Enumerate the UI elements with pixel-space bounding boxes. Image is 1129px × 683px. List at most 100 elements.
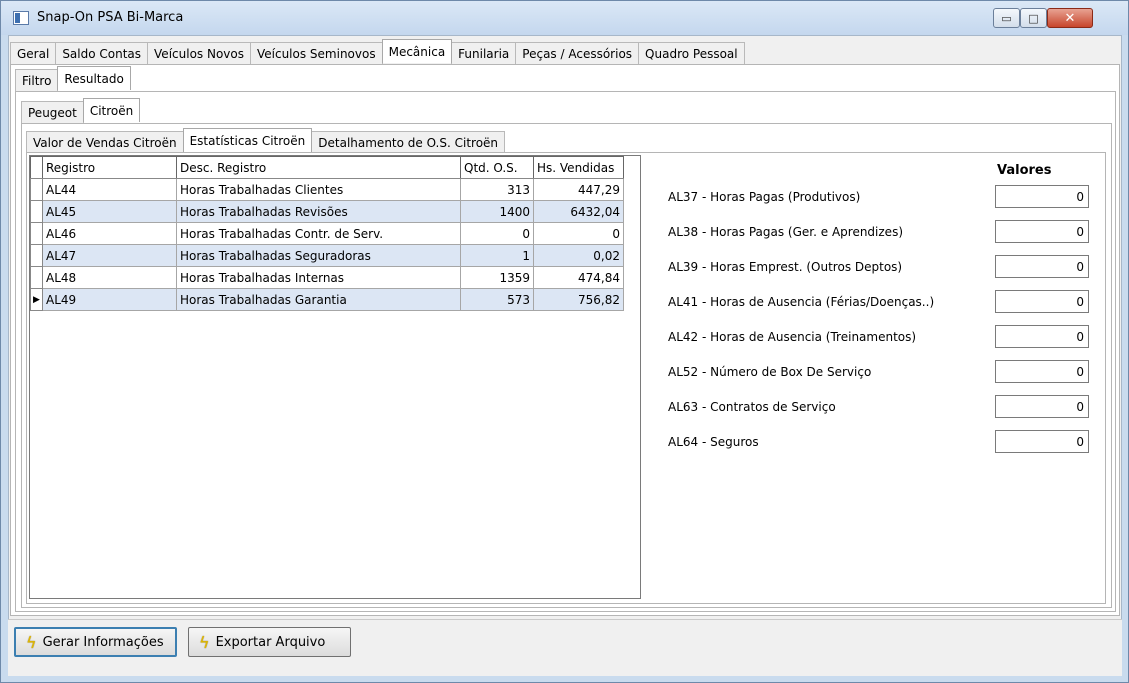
valor-label: AL42 - Horas de Ausencia (Treinamentos) (668, 330, 917, 344)
cell-desc-registro[interactable]: Horas Trabalhadas Clientes (176, 178, 461, 201)
cell-qtd-os[interactable]: 1 (460, 244, 534, 267)
cell-qtd-os[interactable]: 1359 (460, 266, 534, 289)
main-tab-5[interactable]: Funilaria (451, 42, 517, 64)
cell-hs-vendidas[interactable]: 6432,04 (533, 200, 624, 223)
brand-tab-bar: Peugeot Citroën (21, 98, 141, 123)
sub-tab-bar: Valor de Vendas Citroën Estatísticas Citr… (26, 128, 506, 153)
window-title: Snap-On PSA Bi-Marca (37, 10, 184, 25)
cell-qtd-os[interactable]: 0 (460, 222, 534, 245)
valor-row: AL39 - Horas Emprest. (Outros Deptos) 0 (668, 255, 1090, 279)
cell-hs-vendidas[interactable]: 0 (533, 222, 624, 245)
cell-registro[interactable]: AL46 (42, 222, 177, 245)
app-icon[interactable] (13, 11, 29, 25)
cell-hs-vendidas[interactable]: 756,82 (533, 288, 624, 311)
gerar-informacoes-label: Gerar Informações (42, 634, 164, 650)
row-indicator: ▶ (30, 288, 43, 311)
valor-row: AL52 - Número de Box De Serviço 0 (668, 360, 1090, 384)
valor-input[interactable]: 0 (995, 185, 1089, 208)
main-tab-2[interactable]: Veículos Novos (147, 42, 251, 64)
exportar-arquivo-button[interactable]: ϟ Exportar Arquivo (188, 627, 351, 657)
cell-qtd-os[interactable]: 313 (460, 178, 534, 201)
valor-row: AL41 - Horas de Ausencia (Férias/Doenças… (668, 290, 1090, 314)
minimize-button[interactable]: ▭ (993, 8, 1020, 28)
sub-tab-0[interactable]: Valor de Vendas Citroën (26, 131, 184, 153)
main-tab-bar: Geral Saldo Contas Veículos Novos Veículos … (10, 39, 745, 64)
cell-desc-registro[interactable]: Horas Trabalhadas Internas (176, 266, 461, 289)
row-indicator (30, 200, 43, 223)
valor-row: AL42 - Horas de Ausencia (Treinamentos) 0 (668, 325, 1090, 349)
cell-registro[interactable]: AL49 (42, 288, 177, 311)
view-tab-1[interactable]: Resultado (57, 66, 131, 90)
table-row[interactable]: AL47 Horas Trabalhadas Seguradoras 1 0,02 (30, 244, 624, 267)
row-indicator (30, 178, 43, 201)
valor-input[interactable]: 0 (995, 430, 1089, 453)
cell-hs-vendidas[interactable]: 447,29 (533, 178, 624, 201)
cell-hs-vendidas[interactable]: 474,84 (533, 266, 624, 289)
table-row[interactable]: AL45 Horas Trabalhadas Revisões 1400 6432,0… (30, 200, 624, 223)
valores-title: Valores (997, 163, 1052, 178)
lightning-icon: ϟ (199, 632, 210, 652)
row-indicator (30, 266, 43, 289)
cell-qtd-os[interactable]: 573 (460, 288, 534, 311)
main-tab-4[interactable]: Mecânica (381, 39, 453, 63)
valor-input[interactable]: 0 (995, 395, 1089, 418)
main-tab-1[interactable]: Saldo Contas (55, 42, 149, 64)
cell-registro[interactable]: AL47 (42, 244, 177, 267)
valor-label: AL52 - Número de Box De Serviço (668, 365, 872, 379)
col-desc-registro[interactable]: Desc. Registro (176, 156, 461, 179)
valor-label: AL39 - Horas Emprest. (Outros Deptos) (668, 260, 903, 274)
cell-desc-registro[interactable]: Horas Trabalhadas Garantia (176, 288, 461, 311)
main-tab-6[interactable]: Peças / Acessórios (515, 42, 640, 64)
cell-registro[interactable]: AL48 (42, 266, 177, 289)
cell-hs-vendidas[interactable]: 0,02 (533, 244, 624, 267)
cell-desc-registro[interactable]: Horas Trabalhadas Seguradoras (176, 244, 461, 267)
cell-desc-registro[interactable]: Horas Trabalhadas Revisões (176, 200, 461, 223)
valor-row: AL64 - Seguros 0 (668, 430, 1090, 454)
cell-desc-registro[interactable]: Horas Trabalhadas Contr. de Serv. (176, 222, 461, 245)
grid-indicator-header (30, 156, 43, 179)
valor-input[interactable]: 0 (995, 220, 1089, 243)
sub-tab-2[interactable]: Detalhamento de O.S. Citroën (311, 131, 506, 153)
sub-tab-1[interactable]: Estatísticas Citroën (182, 128, 313, 152)
cell-registro[interactable]: AL44 (42, 178, 177, 201)
valor-label: AL63 - Contratos de Serviço (668, 400, 836, 414)
main-tab-3[interactable]: Veículos Seminovos (249, 42, 383, 64)
registros-grid[interactable]: Registro Desc. Registro Qtd. O.S. Hs. Ve… (29, 155, 641, 599)
view-tab-bar: Filtro Resultado (15, 66, 131, 91)
col-hs-vendidas[interactable]: Hs. Vendidas (533, 156, 624, 179)
grid-header-row: Registro Desc. Registro Qtd. O.S. Hs. Ve… (30, 156, 624, 179)
valor-row: AL38 - Horas Pagas (Ger. e Aprendizes) 0 (668, 220, 1090, 244)
valor-input[interactable]: 0 (995, 290, 1089, 313)
row-indicator (30, 244, 43, 267)
app-window: Snap-On PSA Bi-Marca ▭ □ ✕ Geral Saldo Co… (0, 0, 1129, 683)
maximize-button[interactable]: □ (1020, 8, 1047, 28)
view-tab-0[interactable]: Filtro (15, 69, 59, 91)
table-row[interactable]: AL46 Horas Trabalhadas Contr. de Serv. 0 0 (30, 222, 624, 245)
row-indicator (30, 222, 43, 245)
col-qtd-os[interactable]: Qtd. O.S. (460, 156, 534, 179)
valor-row: AL37 - Horas Pagas (Produtivos) 0 (668, 185, 1090, 209)
col-registro[interactable]: Registro (42, 156, 177, 179)
valor-input[interactable]: 0 (995, 255, 1089, 278)
main-tab-0[interactable]: Geral (10, 42, 57, 64)
close-button[interactable]: ✕ (1047, 8, 1093, 28)
cell-registro[interactable]: AL45 (42, 200, 177, 223)
valor-label: AL37 - Horas Pagas (Produtivos) (668, 190, 861, 204)
gerar-informacoes-button[interactable]: ϟ Gerar Informações (14, 627, 177, 657)
cell-qtd-os[interactable]: 1400 (460, 200, 534, 223)
valor-row: AL63 - Contratos de Serviço 0 (668, 395, 1090, 419)
exportar-arquivo-label: Exportar Arquivo (215, 634, 326, 650)
lightning-icon: ϟ (26, 632, 37, 652)
valor-input[interactable]: 0 (995, 325, 1089, 348)
valor-label: AL41 - Horas de Ausencia (Férias/Doenças… (668, 295, 935, 309)
table-row[interactable]: ▶ AL49 Horas Trabalhadas Garantia 573 756,82 (30, 288, 624, 311)
table-row[interactable]: AL44 Horas Trabalhadas Clientes 313 447,29 (30, 178, 624, 201)
valor-label: AL64 - Seguros (668, 435, 759, 449)
brand-tab-0[interactable]: Peugeot (21, 101, 84, 123)
brand-tab-1[interactable]: Citroën (82, 98, 141, 122)
main-tab-7[interactable]: Quadro Pessoal (638, 42, 745, 64)
valor-label: AL38 - Horas Pagas (Ger. e Aprendizes) (668, 225, 904, 239)
title-bar[interactable]: Snap-On PSA Bi-Marca ▭ □ ✕ (1, 1, 1128, 35)
valor-input[interactable]: 0 (995, 360, 1089, 383)
table-row[interactable]: AL48 Horas Trabalhadas Internas 1359 474,84 (30, 266, 624, 289)
